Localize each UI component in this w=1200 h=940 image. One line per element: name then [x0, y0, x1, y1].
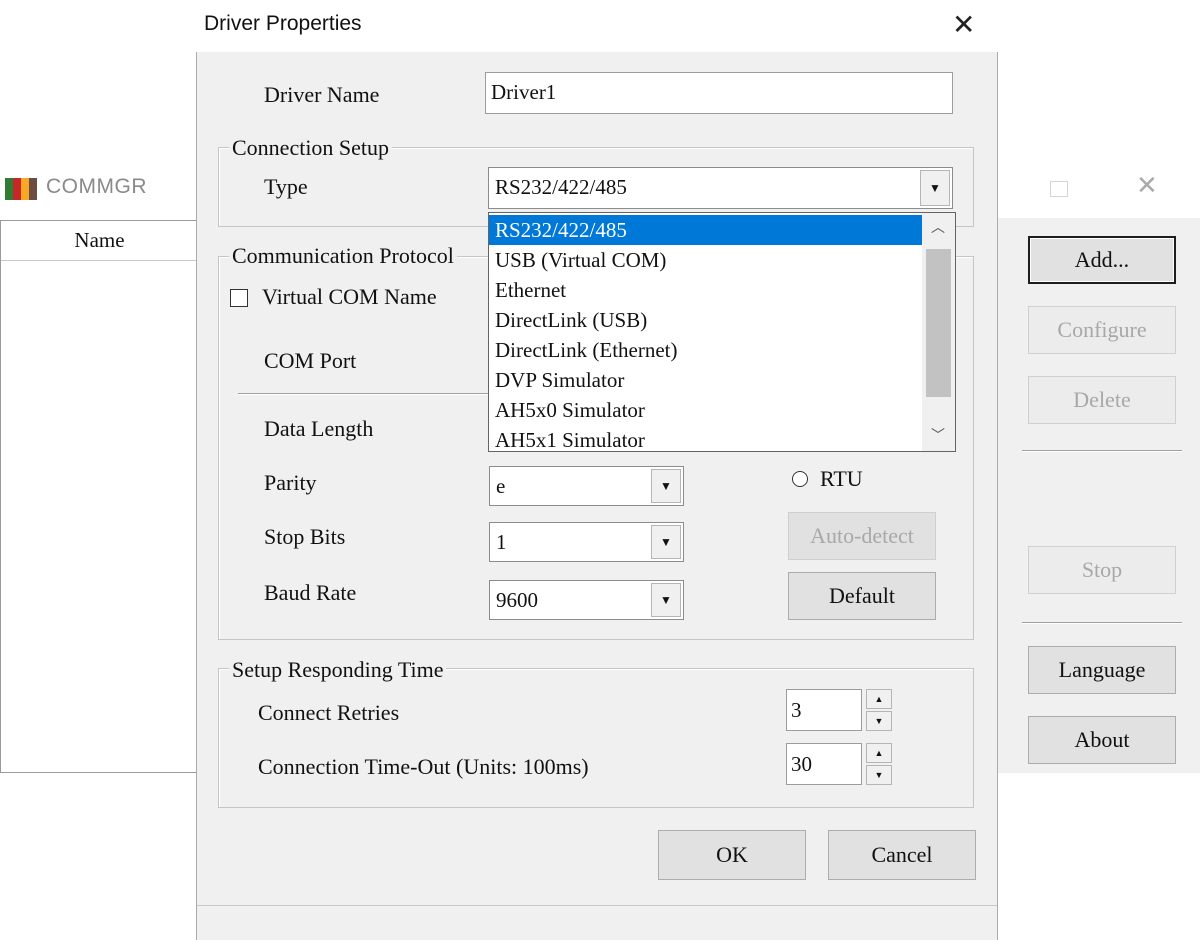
- type-option[interactable]: Ethernet: [489, 275, 922, 305]
- dialog-close-icon[interactable]: ✕: [952, 8, 975, 41]
- parity-combo-value: e: [496, 474, 506, 498]
- connect-retries-spinner[interactable]: ▲ ▼: [866, 689, 892, 731]
- spin-up-icon[interactable]: ▲: [866, 743, 892, 763]
- timeout-input[interactable]: 30: [786, 743, 862, 785]
- connect-retries-value: 3: [791, 698, 802, 722]
- type-option[interactable]: DVP Simulator: [489, 365, 922, 395]
- add-button[interactable]: Add...: [1028, 236, 1176, 284]
- commgr-close-icon[interactable]: ✕: [1136, 171, 1158, 201]
- chevron-down-icon[interactable]: ▼: [651, 469, 681, 503]
- connection-setup-legend: Connection Setup: [229, 135, 393, 161]
- maximize-icon[interactable]: [1050, 181, 1068, 197]
- separator: [238, 393, 488, 395]
- connect-retries-label: Connect Retries: [258, 700, 400, 725]
- type-option[interactable]: RS232/422/485: [489, 215, 922, 245]
- spin-down-icon[interactable]: ▼: [866, 711, 892, 731]
- driver-name-label: Driver Name: [264, 82, 380, 107]
- language-button[interactable]: Language: [1028, 646, 1176, 694]
- communication-protocol-legend: Communication Protocol: [229, 243, 457, 269]
- baud-rate-combo-value: 9600: [496, 588, 538, 612]
- data-length-label: Data Length: [264, 416, 374, 441]
- virtual-com-checkbox[interactable]: [230, 289, 248, 307]
- type-option[interactable]: AH5x1 Simulator: [489, 425, 922, 455]
- chevron-down-icon[interactable]: ▼: [651, 583, 681, 617]
- scroll-down-icon[interactable]: ﹀: [927, 425, 949, 447]
- stop-bits-combo-value: 1: [496, 530, 507, 554]
- commgr-title: COMMGR: [46, 175, 147, 198]
- chevron-down-icon[interactable]: ▼: [651, 525, 681, 559]
- com-port-label: COM Port: [264, 348, 357, 373]
- connect-retries-input[interactable]: 3: [786, 689, 862, 731]
- chevron-down-icon[interactable]: ▼: [920, 170, 950, 206]
- column-header-name[interactable]: Name: [1, 221, 198, 261]
- timeout-spinner[interactable]: ▲ ▼: [866, 743, 892, 785]
- driver-list[interactable]: [0, 220, 200, 773]
- scrollbar-thumb[interactable]: [926, 249, 951, 397]
- baud-rate-label: Baud Rate: [264, 580, 357, 605]
- dialog-title: Driver Properties: [204, 12, 362, 35]
- commgr-titlebar-right: [996, 163, 1200, 218]
- dialog-statusbar: [197, 905, 997, 940]
- responding-time-legend: Setup Responding Time: [229, 657, 447, 683]
- separator: [1022, 622, 1182, 624]
- type-dropdown-list[interactable]: RS232/422/485 USB (Virtual COM) Ethernet…: [488, 212, 956, 452]
- type-option[interactable]: DirectLink (USB): [489, 305, 922, 335]
- spin-up-icon[interactable]: ▲: [866, 689, 892, 709]
- auto-detect-button[interactable]: Auto-detect: [788, 512, 936, 560]
- type-label: Type: [264, 174, 308, 199]
- type-combo[interactable]: RS232/422/485 ▼: [488, 167, 953, 209]
- driver-name-input[interactable]: Driver1: [485, 72, 953, 114]
- about-button[interactable]: About: [1028, 716, 1176, 764]
- type-option[interactable]: AH5x0 Simulator: [489, 395, 922, 425]
- parity-combo[interactable]: e ▼: [489, 466, 684, 506]
- timeout-value: 30: [791, 752, 812, 776]
- stop-bits-label: Stop Bits: [264, 524, 346, 549]
- cancel-button[interactable]: Cancel: [828, 830, 976, 880]
- separator: [1022, 450, 1182, 452]
- type-combo-value: RS232/422/485: [495, 175, 627, 199]
- rtu-label: RTU: [820, 466, 863, 491]
- type-option[interactable]: DirectLink (Ethernet): [489, 335, 922, 365]
- baud-rate-combo[interactable]: 9600 ▼: [489, 580, 684, 620]
- timeout-label: Connection Time-Out (Units: 100ms): [258, 754, 589, 779]
- dropdown-scrollbar[interactable]: ︿ ﹀: [922, 213, 955, 451]
- spin-down-icon[interactable]: ▼: [866, 765, 892, 785]
- default-button[interactable]: Default: [788, 572, 936, 620]
- commgr-app-icon: [5, 178, 37, 200]
- scroll-up-icon[interactable]: ︿: [927, 217, 949, 239]
- stop-button[interactable]: Stop: [1028, 546, 1176, 594]
- delete-button[interactable]: Delete: [1028, 376, 1176, 424]
- stop-bits-combo[interactable]: 1 ▼: [489, 522, 684, 562]
- type-option[interactable]: USB (Virtual COM): [489, 245, 922, 275]
- ok-button[interactable]: OK: [658, 830, 806, 880]
- configure-button[interactable]: Configure: [1028, 306, 1176, 354]
- parity-label: Parity: [264, 470, 317, 495]
- rtu-radio[interactable]: [792, 471, 808, 487]
- virtual-com-label: Virtual COM Name: [262, 284, 437, 309]
